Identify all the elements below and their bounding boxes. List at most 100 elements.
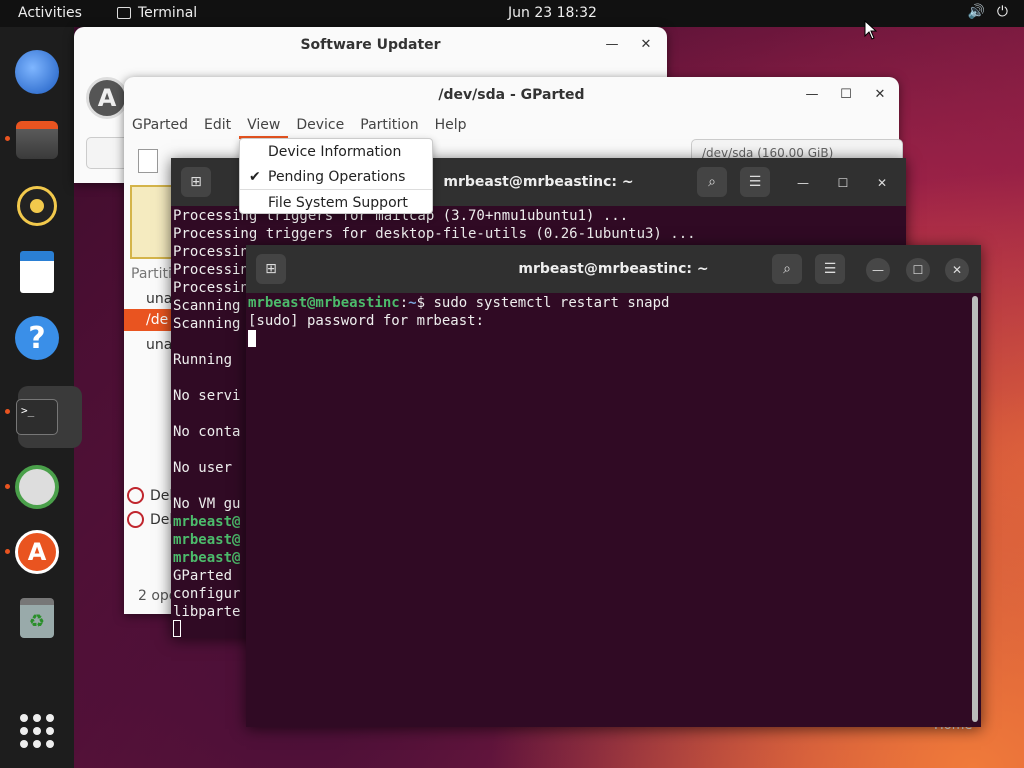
partition-graphic: [130, 185, 174, 259]
menu-view[interactable]: View: [239, 113, 289, 139]
terminal-output-line: configur: [173, 586, 241, 602]
terminal-cursor: [248, 330, 256, 347]
search-icon: ⌕: [783, 261, 791, 277]
dock-thunderbird[interactable]: [13, 48, 61, 96]
terminal-output-line: Processin: [173, 244, 249, 260]
terminal-output-line: Processin: [173, 262, 249, 278]
trash-icon: ♻: [20, 598, 54, 638]
prompt-separator: :: [399, 295, 409, 311]
dock: ? >_ A ♻: [0, 27, 82, 768]
activities-button[interactable]: Activities: [18, 5, 82, 21]
dock-disk-usage[interactable]: [13, 463, 61, 511]
menu-button[interactable]: ☰: [740, 167, 770, 197]
terminal-output-line: No user: [173, 460, 233, 476]
pending-op[interactable]: Del: [127, 487, 173, 504]
menu-item-device-information[interactable]: Device Information: [268, 144, 401, 160]
terminal-icon: >_: [16, 399, 58, 435]
terminal-output-line: mrbeast@: [173, 514, 241, 530]
terminal-window-front: ⊞ mrbeast@mrbeastinc: ~ ⌕ ☰ — ☐ ✕ mrbeas…: [246, 245, 981, 727]
dock-trash[interactable]: ♻: [13, 594, 61, 642]
power-icon[interactable]: ⏻: [997, 4, 1008, 20]
terminal-output-line: Scanning: [173, 298, 241, 314]
show-apps-button[interactable]: [13, 707, 61, 755]
row-label: /de: [146, 312, 169, 328]
menu-item-pending-operations[interactable]: Pending Operations: [268, 169, 405, 185]
command-line[interactable]: mrbeast@mrbeastinc:~$ sudo systemctl res…: [248, 295, 669, 311]
terminal-output-line: No VM gu: [173, 496, 241, 512]
new-partition-icon[interactable]: [138, 149, 158, 173]
terminal-icon: [117, 7, 131, 19]
dock-rhythmbox[interactable]: [13, 182, 61, 230]
search-icon: ⌕: [708, 174, 716, 190]
header-bar: ⊞ mrbeast@mrbeastinc: ~ ⌕ ☰ — ☐ ✕: [246, 245, 981, 293]
minimize-button[interactable]: —: [791, 171, 815, 195]
pending-op[interactable]: Del: [127, 511, 173, 528]
terminal-scrollbar[interactable]: [972, 296, 978, 722]
prompt-path: ~: [408, 295, 417, 311]
hamburger-icon: ☰: [748, 174, 762, 190]
table-row[interactable]: una: [146, 291, 172, 307]
volume-icon[interactable]: 🔊: [967, 4, 984, 20]
menu-device[interactable]: Device: [288, 113, 352, 139]
terminal-output-line: No servi: [173, 388, 241, 404]
terminal-cursor: [173, 620, 181, 637]
menu-button[interactable]: ☰: [815, 254, 845, 284]
menu-item-file-system-support[interactable]: File System Support: [268, 195, 408, 211]
menu-partition[interactable]: Partition: [352, 113, 426, 139]
window-controls: — ☐ ✕: [803, 87, 889, 102]
table-row[interactable]: una: [146, 337, 172, 353]
dock-help[interactable]: ?: [13, 314, 61, 362]
terminal-output-line: No conta: [173, 424, 241, 440]
op-label: Del: [150, 511, 174, 528]
rhythmbox-icon: [17, 186, 57, 226]
hamburger-icon: ☰: [823, 261, 837, 277]
maximize-button[interactable]: ☐: [906, 258, 930, 282]
minimize-button[interactable]: —: [803, 87, 821, 102]
maximize-button[interactable]: ☐: [837, 87, 855, 102]
prompt-sign: $: [416, 295, 426, 311]
apps-grid-icon: [20, 714, 54, 748]
software-updater-logo-icon: A: [86, 77, 128, 119]
terminal-output-line: libparte: [173, 604, 241, 620]
terminal-output-line: Processing triggers for desktop-file-uti…: [173, 226, 696, 242]
window-controls: — ✕: [603, 37, 655, 52]
dock-terminal[interactable]: >_: [13, 386, 82, 448]
terminal-output-line: mrbeast@: [173, 550, 241, 566]
terminal-output-line: mrbeast@: [173, 532, 241, 548]
search-button[interactable]: ⌕: [697, 167, 727, 197]
dock-files[interactable]: [13, 116, 61, 164]
prompt-user: mrbeast@mrbeastinc: [248, 295, 400, 311]
sudo-prompt: [sudo] password for mrbeast:: [248, 313, 485, 329]
disk-usage-icon: [15, 465, 59, 509]
running-indicator: [5, 549, 10, 554]
menu-edit[interactable]: Edit: [196, 113, 239, 139]
terminal-output-line: Running: [173, 352, 233, 368]
window-title: /dev/sda - GParted: [438, 87, 585, 103]
menu-gparted[interactable]: GParted: [124, 113, 196, 139]
close-button[interactable]: ✕: [871, 87, 889, 102]
app-name: Terminal: [138, 5, 198, 21]
clock[interactable]: Jun 23 18:32: [508, 5, 597, 21]
menu-bar: GParted Edit View Device Partition Help: [124, 113, 475, 139]
minimize-button[interactable]: —: [603, 37, 621, 52]
close-button[interactable]: ✕: [945, 258, 969, 282]
system-tray[interactable]: 🔊 ⏻: [967, 4, 1008, 20]
close-button[interactable]: ✕: [637, 37, 655, 52]
software-icon: A: [15, 530, 59, 574]
menu-help[interactable]: Help: [427, 113, 475, 139]
search-button[interactable]: ⌕: [772, 254, 802, 284]
maximize-button[interactable]: ☐: [831, 171, 855, 195]
dock-writer[interactable]: [13, 248, 61, 296]
running-indicator: [5, 136, 10, 141]
close-button[interactable]: ✕: [870, 171, 894, 195]
delete-icon: [127, 487, 144, 504]
app-menu[interactable]: Terminal: [117, 5, 197, 21]
running-indicator: [5, 484, 10, 489]
help-icon: ?: [15, 316, 59, 360]
command-text: sudo systemctl restart snapd: [425, 295, 670, 311]
running-indicator: [5, 409, 10, 414]
minimize-button[interactable]: —: [866, 258, 890, 282]
dock-software[interactable]: A: [13, 528, 61, 576]
delete-icon: [127, 511, 144, 528]
terminal-output-line: GParted: [173, 568, 233, 584]
